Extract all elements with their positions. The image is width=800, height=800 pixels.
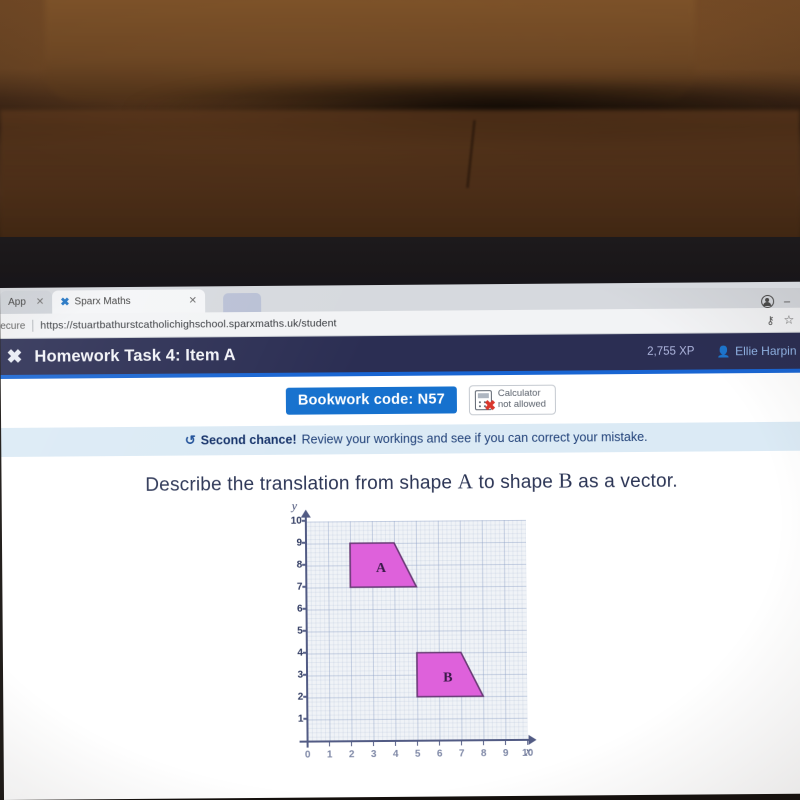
calculator-badge-text: Calculator not allowed	[497, 387, 547, 411]
xp-badge: 2,755 XP	[647, 345, 695, 358]
key-icon[interactable]: ⚷	[766, 313, 774, 326]
url-input[interactable]: https://stuartbathurstcatholichighschool…	[40, 317, 336, 331]
x-axis-tick: 9	[503, 739, 508, 759]
calculator-icon: ✖	[474, 390, 496, 413]
security-status: ecure	[0, 320, 26, 332]
y-axis-tick: 6	[280, 603, 308, 615]
question-part-3: as a vector.	[572, 470, 678, 493]
y-axis-tick: 10	[280, 515, 307, 527]
page-title: Homework Task 4: Item A	[34, 345, 236, 366]
y-axis-tick: 2	[281, 691, 309, 703]
coordinate-grid-chart: y x 10 9 8 7 6 5 4 3 2 1 0 1 2 3 4 5 6 7 8 9 10 A B	[281, 499, 537, 760]
y-axis-tick: 4	[281, 647, 308, 659]
close-icon[interactable]: ✕	[36, 297, 44, 308]
x-axis-tick: 5	[415, 740, 420, 760]
y-axis-tick: 9	[280, 537, 308, 549]
shape-label-b: B	[443, 670, 453, 686]
y-axis-tick: 8	[280, 559, 308, 571]
shapes-layer	[349, 541, 485, 698]
question-part-1: Describe the translation from shape	[145, 472, 458, 496]
x-axis-tick: 2	[349, 741, 354, 760]
sparx-logo-icon: ✖	[6, 346, 21, 368]
cross-icon: ✖	[484, 397, 496, 414]
laptop-screen: App ✕ ✖ Sparx Maths ✕ – ecure https://st…	[0, 281, 800, 800]
header-right-group: 2,755 XP 👤 Ellie Harpin	[647, 344, 800, 359]
person-icon: 👤	[716, 345, 731, 358]
sparx-x-logo-icon: ✖	[60, 296, 69, 309]
calculator-not-allowed-badge: ✖ Calculator not allowed	[468, 384, 557, 416]
x-axis-tick: 7	[459, 740, 464, 759]
question-text: Describe the translation from shape A to…	[1, 451, 800, 502]
y-axis-tick: 3	[281, 669, 309, 681]
url-bar-actions: ⚷ ☆	[766, 313, 800, 327]
new-tab-button[interactable]	[222, 292, 262, 313]
browser-tab-sparx-maths[interactable]: ✖ Sparx Maths ✕	[52, 289, 206, 314]
y-axis-tick: 7	[280, 581, 308, 593]
second-chance-title: Second chance!	[200, 432, 297, 448]
x-axis-tick: 4	[393, 740, 398, 760]
bookmark-star-icon[interactable]: ☆	[783, 313, 794, 327]
x-axis-tick: 1	[327, 741, 333, 760]
graph-wrapper: y x 10 9 8 7 6 5 4 3 2 1 0 1 2 3 4 5 6 7 8 9 10 A B	[2, 499, 800, 760]
question-shape-b: B	[558, 468, 573, 493]
retry-icon: ↺	[184, 432, 196, 448]
shape-label-a: A	[375, 561, 387, 577]
user-name-label: Ellie Harpin	[735, 343, 797, 359]
second-chance-text: Review your workings and see if you can …	[301, 429, 648, 447]
bookwork-code-badge: Bookwork code: N57	[285, 386, 457, 416]
room-photo-background	[0, 0, 800, 245]
x-axis-tick: 10	[522, 739, 533, 759]
app-header: ✖ Homework Task 4: Item A 2,755 XP 👤 Ell…	[0, 332, 800, 375]
user-account[interactable]: 👤 Ellie Harpin	[716, 344, 796, 359]
x-axis-tick: 8	[481, 740, 486, 759]
url-divider	[32, 319, 34, 332]
y-axis-tick: 5	[281, 625, 308, 637]
calculator-line-2: not allowed	[497, 398, 547, 411]
question-page: Bookwork code: N57 ✖ Calculator not allo…	[0, 372, 800, 800]
x-axis-tick: 6	[437, 740, 442, 759]
minimize-icon[interactable]: –	[784, 295, 790, 307]
browser-tab-app[interactable]: App ✕	[0, 290, 53, 314]
profile-icon[interactable]	[760, 294, 775, 309]
bookwork-row: Bookwork code: N57 ✖ Calculator not allo…	[1, 373, 800, 419]
question-part-2: to shape	[472, 471, 559, 494]
y-axis-tick: 1	[281, 713, 309, 725]
x-axis-tick: 3	[371, 740, 376, 760]
laptop-bezel	[0, 237, 800, 289]
window-controls: –	[760, 294, 800, 309]
calculator-line-1: Calculator	[497, 387, 541, 400]
tab-label: Sparx Maths	[74, 295, 131, 308]
x-axis-tick: 0	[305, 741, 311, 760]
close-icon[interactable]: ✕	[189, 295, 197, 306]
question-shape-a: A	[457, 469, 474, 494]
tab-label: App	[8, 296, 26, 308]
floor-shape	[0, 110, 800, 245]
